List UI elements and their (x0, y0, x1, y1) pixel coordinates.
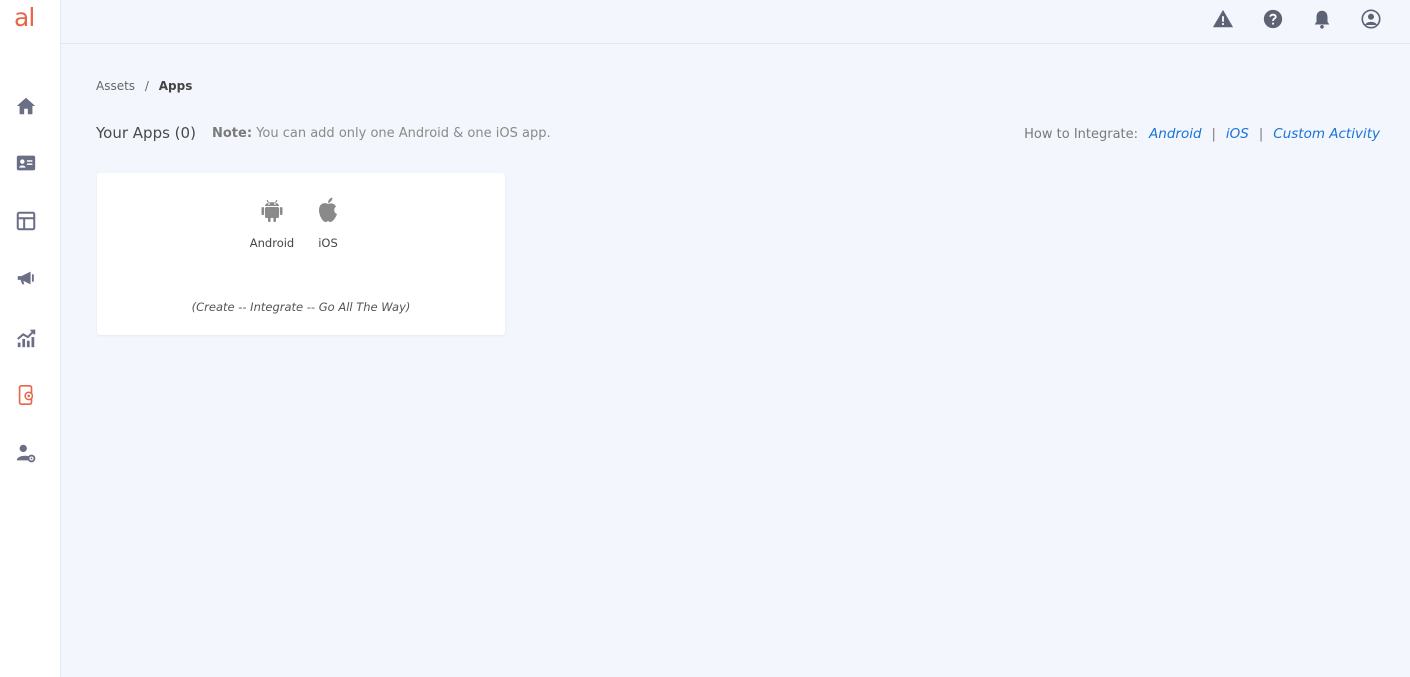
logo-text: al (14, 3, 35, 32)
top-bar (61, 0, 1410, 44)
breadcrumb: Assets / Apps (96, 79, 192, 93)
megaphone-icon (17, 271, 34, 285)
integrate-ios-link[interactable]: iOS (1226, 126, 1249, 142)
android-icon (261, 199, 283, 222)
home-icon (16, 97, 36, 115)
profile-button[interactable] (1359, 7, 1383, 31)
note-body: You can add only one Android & one iOS a… (256, 126, 551, 141)
link-divider: | (1258, 127, 1264, 142)
breadcrumb-current: Apps (158, 79, 193, 93)
layout-icon (16, 211, 36, 231)
note-text: Note: You can add only one Android & one… (212, 126, 551, 141)
app-logo[interactable]: al (14, 3, 35, 32)
sidebar-item-contacts[interactable] (12, 149, 40, 177)
sidebar-item-assets[interactable] (12, 381, 40, 409)
sidebar-item-home[interactable] (12, 92, 40, 120)
add-android-app[interactable]: Android (247, 195, 297, 250)
chart-icon (17, 329, 36, 348)
breadcrumb-separator: / (144, 79, 149, 93)
note-label: Note: (212, 126, 253, 141)
sidebar-item-analytics[interactable] (12, 324, 40, 352)
integrate-label: How to Integrate: (1024, 127, 1139, 142)
integrate-custom-activity-link[interactable]: Custom Activity (1273, 126, 1380, 142)
integration-links: How to Integrate: Android | iOS | Custom… (1024, 126, 1380, 142)
android-label: Android (249, 236, 295, 250)
page-title: Your Apps (0) (96, 124, 196, 142)
help-icon (1263, 9, 1283, 29)
user-icon (1361, 9, 1381, 29)
sidebar-item-layout[interactable] (12, 207, 40, 235)
apple-icon (319, 197, 337, 222)
user-gear-icon (16, 444, 36, 463)
help-button[interactable] (1261, 7, 1285, 31)
sidebar-item-user-settings[interactable] (12, 439, 40, 467)
ios-label: iOS (318, 236, 338, 250)
alert-icon (1212, 9, 1234, 28)
breadcrumb-parent[interactable]: Assets (96, 79, 135, 93)
sidebar: al (0, 0, 61, 677)
mobile-app-icon (18, 385, 34, 405)
sidebar-item-campaigns[interactable] (12, 264, 40, 292)
add-app-card: Android iOS (Create -- Integrate -- Go A… (97, 173, 505, 335)
add-ios-app[interactable]: iOS (303, 195, 353, 250)
notifications-button[interactable] (1310, 7, 1334, 31)
card-tagline: (Create -- Integrate -- Go All The Way) (191, 300, 411, 314)
link-divider: | (1211, 127, 1216, 142)
bell-icon (1314, 10, 1330, 29)
id-card-icon (16, 155, 36, 171)
integrate-android-link[interactable]: Android (1149, 126, 1202, 142)
alert-button[interactable] (1211, 7, 1235, 31)
